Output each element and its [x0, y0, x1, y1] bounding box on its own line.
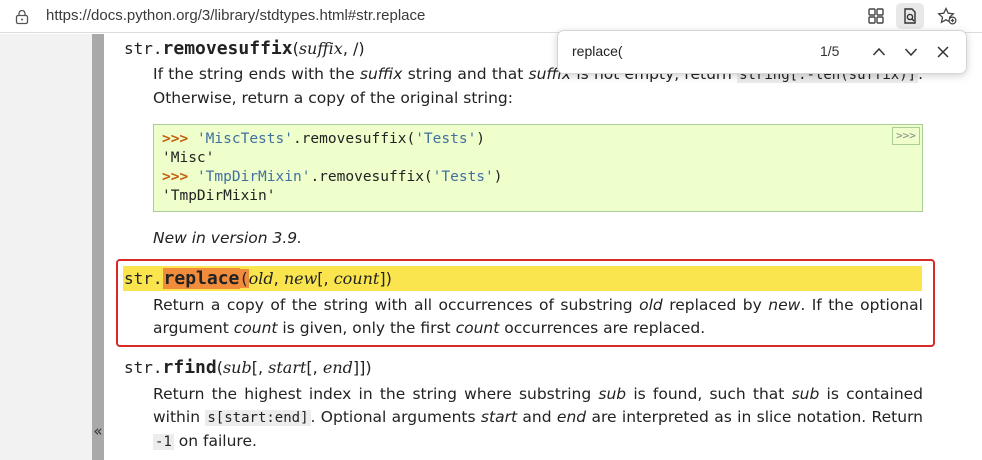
rfind-signature: str.rfind(sub[, start[, end]]) — [124, 357, 372, 378]
find-input[interactable] — [572, 43, 772, 59]
code-string: 'MiscTests' — [196, 131, 293, 147]
desc-text: is found, such that — [633, 385, 785, 403]
desc-text: on failure. — [178, 432, 257, 450]
signature-arg: end — [322, 358, 353, 377]
desc-arg: sub — [791, 385, 820, 403]
signature-punc: ]]) — [352, 358, 372, 377]
code-line: 'Misc' — [162, 150, 215, 166]
find-bar: 1/5 — [557, 30, 967, 74]
close-find-button[interactable] — [932, 41, 954, 63]
code-line: >>> 'TmpDirMixin'.removesuffix('Tests') — [162, 168, 914, 187]
code-call: .removesuffix( — [310, 169, 433, 185]
inline-code: s[start:end] — [205, 410, 311, 426]
page-find-icon[interactable] — [896, 3, 924, 29]
previous-match-button[interactable] — [868, 41, 890, 63]
code-call: ) — [493, 169, 503, 185]
signature-punc: [, — [306, 358, 323, 377]
lock-icon[interactable] — [15, 9, 29, 25]
favorites-icon[interactable] — [932, 3, 960, 29]
desc-text: string and that — [407, 65, 524, 83]
signature-arg: sub — [222, 358, 252, 377]
code-line: >>> 'MiscTests'.removesuffix('Tests') — [162, 130, 914, 149]
annotation-highlight-box — [116, 259, 935, 347]
collapse-sidebar-button[interactable]: « — [92, 422, 104, 440]
close-icon — [937, 46, 949, 58]
desc-arg: end — [556, 408, 587, 426]
signature-rest: , /) — [342, 39, 365, 58]
code-string: 'TmpDirMixin' — [196, 169, 311, 185]
desc-text: . Optional arguments — [310, 408, 476, 426]
signature-arg: start — [268, 358, 307, 377]
signature-class: str. — [124, 39, 163, 58]
example-code-block: >>> 'MiscTests'.removesuffix('Tests') 'M… — [153, 124, 923, 212]
code-call: .removesuffix( — [292, 131, 416, 147]
desc-arg: sub — [598, 385, 627, 403]
inline-code: -1 — [153, 434, 174, 450]
desc-arg: suffix — [359, 65, 403, 83]
desc-arg: start — [480, 408, 518, 426]
signature-class: str. — [124, 358, 163, 377]
removesuffix-signature: str.removesuffix(suffix, /) — [124, 38, 365, 59]
chevron-up-icon — [872, 47, 886, 56]
chevron-down-icon — [904, 48, 918, 57]
version-note: New in version 3.9. — [153, 229, 303, 247]
next-match-button[interactable] — [900, 41, 922, 63]
code-call: ) — [476, 131, 486, 147]
signature-name: rfind — [162, 357, 217, 378]
code-prompt: >>> — [162, 169, 189, 185]
toggle-prompt-button[interactable]: >>> — [892, 127, 920, 145]
code-line: 'TmpDirMixin' — [162, 188, 276, 204]
signature-punc: [, — [251, 358, 269, 377]
desc-text: are interpreted as in slice notation. Re… — [591, 408, 923, 426]
signature-arg: suffix — [298, 39, 343, 58]
url-text[interactable]: https://docs.python.org/3/library/stdtyp… — [46, 7, 425, 24]
extensions-icon[interactable] — [862, 3, 890, 29]
address-bar[interactable]: https://docs.python.org/3/library/stdtyp… — [0, 0, 982, 33]
signature-name: removesuffix — [162, 38, 293, 59]
code-prompt: >>> — [162, 131, 189, 147]
sidebar-collapse-bar[interactable] — [92, 34, 104, 460]
sidebar-background — [0, 34, 92, 460]
desc-text: If the string ends with the — [153, 65, 355, 83]
desc-text: Return the highest index in the string w… — [153, 385, 592, 403]
code-string: 'Tests' — [415, 131, 477, 147]
rfind-description: Return the highest index in the string w… — [153, 383, 923, 454]
code-string: 'Tests' — [432, 169, 494, 185]
find-match-count: 1/5 — [820, 43, 840, 59]
desc-text: and — [522, 408, 552, 426]
